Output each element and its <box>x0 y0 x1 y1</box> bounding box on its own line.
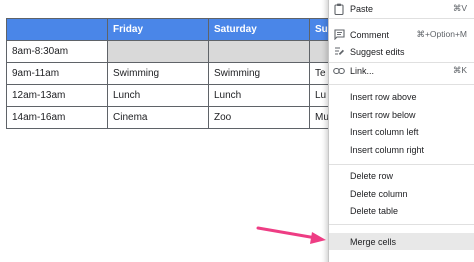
table-cell[interactable]: Swimming <box>208 62 310 85</box>
table-cell[interactable]: Lunch <box>107 84 209 107</box>
link-icon <box>333 65 345 77</box>
menu-item-delete-column[interactable]: Delete column <box>329 185 474 202</box>
menu-item-label: Comment <box>350 29 390 40</box>
table-cell[interactable] <box>208 40 310 63</box>
suggest-edits-icon <box>333 46 345 58</box>
clipboard-icon <box>333 3 345 15</box>
schedule-table: Friday Saturday Su 8am-8:30am 9am-11am S… <box>6 18 350 129</box>
table-cell[interactable]: Lunch <box>208 84 310 107</box>
menu-item-label: Link... <box>350 65 375 76</box>
menu-item-delete-row[interactable]: Delete row <box>329 167 474 184</box>
menu-divider <box>329 18 474 19</box>
table-cell[interactable]: Cinema <box>107 106 209 129</box>
table-header-row: Friday Saturday Su <box>6 18 350 41</box>
table-cell-time[interactable]: 8am-8:30am <box>6 40 108 63</box>
menu-item-paste[interactable]: Paste ⌘V <box>329 0 474 17</box>
table-row: 14am-16am Cinema Zoo Mu <box>6 106 350 129</box>
header-cell-saturday[interactable]: Saturday <box>208 18 310 41</box>
menu-item-shortcut: ⌘K <box>452 65 467 75</box>
menu-item-label: Paste <box>350 3 374 14</box>
menu-item-label: Delete table <box>350 205 399 216</box>
context-menu: Paste ⌘V Comment ⌘+Option+M Suggest edit… <box>328 0 474 262</box>
menu-item-label: Insert column left <box>350 126 419 137</box>
menu-item-shortcut: ⌘V <box>452 3 467 13</box>
menu-item-suggest-edits[interactable]: Suggest edits <box>329 43 474 60</box>
menu-divider <box>329 164 474 165</box>
menu-item-label: Insert row below <box>350 109 416 120</box>
menu-item-link[interactable]: Link... ⌘K <box>329 62 474 79</box>
menu-item-label: Delete column <box>350 188 408 199</box>
table-cell-time[interactable]: 9am-11am <box>6 62 108 85</box>
table-row: 9am-11am Swimming Swimming Te <box>6 62 350 85</box>
menu-item-label: Insert column right <box>350 144 425 155</box>
menu-item-shortcut: ⌘+Option+M <box>416 29 467 39</box>
menu-item-insert-column-right[interactable]: Insert column right <box>329 141 474 158</box>
menu-item-label: Insert row above <box>350 91 417 102</box>
menu-item-insert-row-above[interactable]: Insert row above <box>329 88 474 105</box>
menu-item-label: Suggest edits <box>350 46 405 57</box>
menu-item-comment[interactable]: Comment ⌘+Option+M <box>329 26 474 43</box>
menu-item-merge-cells[interactable]: Merge cells <box>329 233 474 250</box>
menu-item-delete-table[interactable]: Delete table <box>329 202 474 219</box>
table-cell[interactable]: Zoo <box>208 106 310 129</box>
header-cell-friday[interactable]: Friday <box>107 18 209 41</box>
header-cell-empty[interactable] <box>6 18 108 41</box>
table-cell[interactable]: Swimming <box>107 62 209 85</box>
menu-item-insert-row-below[interactable]: Insert row below <box>329 106 474 123</box>
table-row: 8am-8:30am <box>6 40 350 63</box>
table-cell[interactable] <box>107 40 209 63</box>
table-cell-time[interactable]: 12am-13am <box>6 84 108 107</box>
comment-icon <box>333 29 345 41</box>
table-cell-time[interactable]: 14am-16am <box>6 106 108 129</box>
menu-divider <box>329 84 474 85</box>
menu-item-label: Merge cells <box>350 236 397 247</box>
table-row: 12am-13am Lunch Lunch Lu <box>6 84 350 107</box>
menu-item-label: Delete row <box>350 170 394 181</box>
menu-divider <box>329 224 474 225</box>
menu-item-insert-column-left[interactable]: Insert column left <box>329 123 474 140</box>
